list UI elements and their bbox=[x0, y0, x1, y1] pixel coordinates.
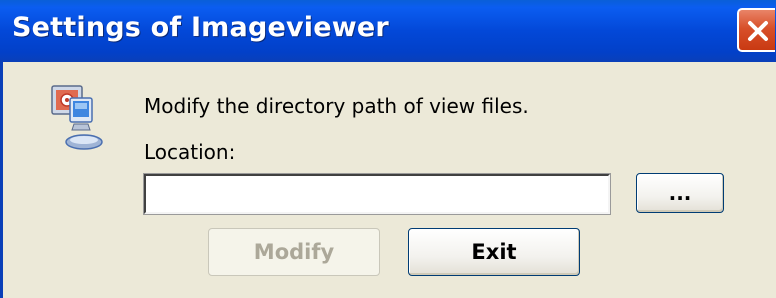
window-title: Settings of Imageviewer bbox=[12, 12, 389, 43]
instruction-text: Modify the directory path of view files. bbox=[144, 94, 529, 118]
location-label: Location: bbox=[144, 140, 236, 164]
monitor-settings-icon bbox=[44, 84, 116, 164]
exit-button[interactable]: Exit bbox=[408, 228, 580, 276]
title-bar[interactable]: Settings of Imageviewer bbox=[0, 0, 776, 62]
location-input[interactable] bbox=[143, 173, 611, 215]
browse-button[interactable]: ... bbox=[636, 173, 724, 213]
settings-dialog: Settings of Imageviewer Modify the direc… bbox=[0, 0, 776, 298]
close-icon bbox=[748, 21, 768, 41]
modify-button[interactable]: Modify bbox=[208, 228, 380, 276]
close-button[interactable] bbox=[737, 8, 775, 52]
window-border bbox=[0, 62, 3, 298]
